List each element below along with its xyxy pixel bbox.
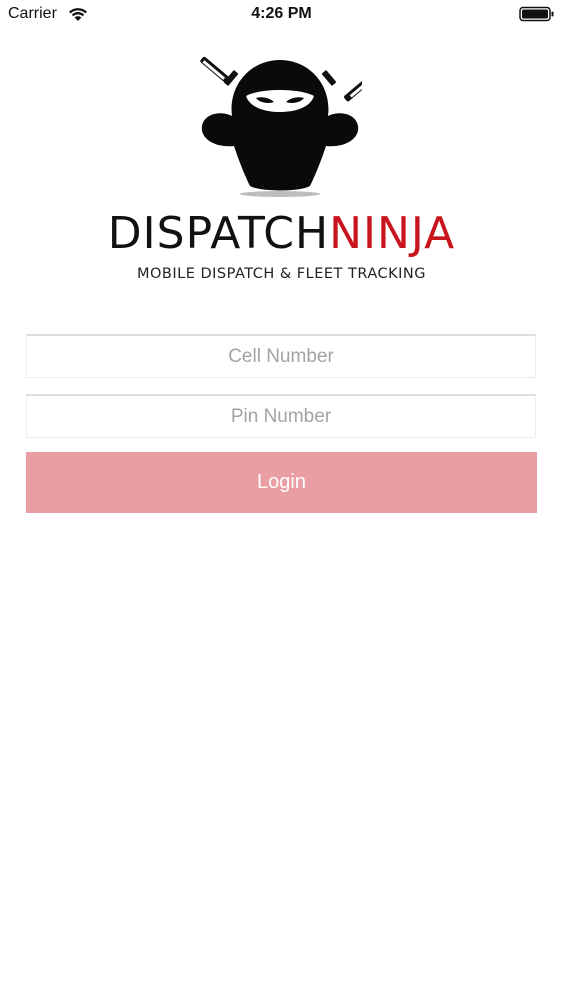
brand-name-ninja: NINJA: [329, 208, 456, 259]
battery-icon: [519, 6, 554, 22]
brand-wordmark: DISPATCHNINJA: [0, 210, 563, 258]
status-bar: Carrier 4:26 PM: [0, 0, 563, 30]
status-time: 4:26 PM: [251, 5, 312, 22]
login-button[interactable]: Login: [26, 452, 537, 513]
cell-number-field[interactable]: [26, 334, 536, 378]
sword-right-icon: [321, 70, 362, 102]
brand-name-dispatch: DISPATCH: [107, 208, 330, 259]
ninja-mascot-logo: [200, 56, 362, 197]
pin-number-field[interactable]: [26, 394, 536, 438]
sword-left-icon: [200, 56, 239, 86]
brand-tagline: MOBILE DISPATCH & FLEET TRACKING: [136, 266, 427, 282]
